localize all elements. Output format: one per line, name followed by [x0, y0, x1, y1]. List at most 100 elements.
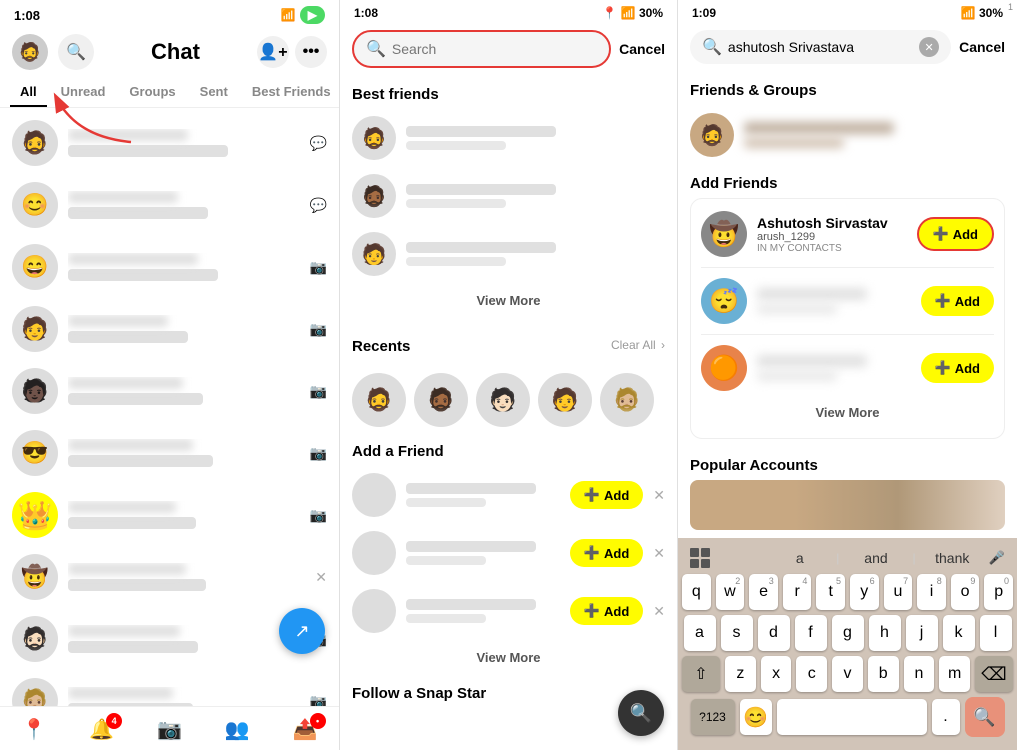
key-n[interactable]: n — [904, 656, 935, 692]
add-friend-button-3[interactable]: ➕ Add — [921, 353, 994, 383]
video-pill[interactable]: ▶ — [300, 6, 325, 24]
more-button[interactable]: ••• — [295, 36, 327, 68]
best-friend-item[interactable]: 🧔🏾 — [352, 167, 665, 225]
key-h[interactable]: h — [869, 615, 901, 651]
add-button[interactable]: ➕ Add — [570, 597, 643, 625]
search-fab[interactable]: 🔍 — [618, 690, 664, 736]
add-friend-item[interactable]: ➕ Add ✕ — [352, 582, 665, 640]
key-e[interactable]: 3e — [749, 574, 778, 610]
shift-key[interactable]: ⇧ — [682, 656, 720, 692]
add-friend-item[interactable]: ➕ Add ✕ — [352, 524, 665, 582]
results-search-input[interactable] — [728, 39, 913, 55]
key-i[interactable]: 8i — [917, 574, 946, 610]
chat-item[interactable]: 😎 📷 — [0, 422, 339, 484]
view-more-best-friends[interactable]: View More — [352, 283, 665, 318]
results-search-row: 🔍 ✕ Cancel — [678, 24, 1017, 72]
nav-notifications[interactable]: 🔔 4 — [89, 717, 114, 742]
key-v[interactable]: v — [832, 656, 863, 692]
chat-item[interactable]: 😊 💬 — [0, 174, 339, 236]
add-button[interactable]: ➕ Add — [570, 539, 643, 567]
key-k[interactable]: k — [943, 615, 975, 651]
chat-item[interactable]: 👑 📷 — [0, 484, 339, 546]
key-j[interactable]: j — [906, 615, 938, 651]
suggestion-a[interactable]: a — [763, 550, 836, 566]
search-input-box[interactable]: 🔍 — [352, 30, 611, 68]
nav-map[interactable]: 📍 — [21, 717, 46, 742]
chat-item[interactable]: 😄 📷 — [0, 236, 339, 298]
dismiss-icon[interactable]: ✕ — [653, 487, 665, 504]
close-icon[interactable]: ✕ — [315, 569, 327, 586]
view-more-results[interactable]: View More — [701, 395, 994, 430]
period-key[interactable]: . — [932, 699, 960, 735]
cancel-button-2[interactable]: Cancel — [619, 41, 665, 57]
key-o[interactable]: 9o — [951, 574, 980, 610]
friend-name-blurred — [757, 288, 867, 300]
tab-sent[interactable]: Sent — [190, 78, 238, 107]
cancel-button-3[interactable]: Cancel — [959, 39, 1005, 55]
suggestion-and[interactable]: and — [839, 550, 912, 566]
clear-search-button[interactable]: ✕ — [919, 37, 939, 57]
chat-item[interactable]: 🧔🏼 📷 — [0, 670, 339, 706]
key-b[interactable]: b — [868, 656, 899, 692]
add-friend-button-2[interactable]: ➕ Add — [921, 286, 994, 316]
nav-friends[interactable]: 👥 — [225, 717, 250, 742]
best-friend-item[interactable]: 🧑 — [352, 225, 665, 283]
key-c[interactable]: c — [796, 656, 827, 692]
emoji-key[interactable]: 😊 — [740, 699, 772, 735]
mic-button[interactable]: 🎤 — [989, 550, 1005, 566]
key-g[interactable]: g — [832, 615, 864, 651]
key-m[interactable]: m — [939, 656, 970, 692]
view-more-add-friends[interactable]: View More — [352, 640, 665, 675]
key-x[interactable]: x — [761, 656, 792, 692]
recent-avatar[interactable]: 🧑 — [538, 373, 592, 427]
recent-avatar[interactable]: 🧔🏼 — [600, 373, 654, 427]
add-button[interactable]: ➕ Add — [570, 481, 643, 509]
key-q[interactable]: 1q — [682, 574, 711, 610]
recent-avatar[interactable]: 🧑🏻 — [476, 373, 530, 427]
dismiss-icon[interactable]: ✕ — [653, 603, 665, 620]
key-s[interactable]: s — [721, 615, 753, 651]
key-d[interactable]: d — [758, 615, 790, 651]
key-l[interactable]: l — [980, 615, 1012, 651]
key-a[interactable]: a — [684, 615, 716, 651]
tab-best-friends[interactable]: Best Friends — [242, 78, 339, 107]
nav-stories[interactable]: 📤 • — [293, 717, 318, 742]
tab-unread[interactable]: Unread — [51, 78, 116, 107]
result-friend-item[interactable]: 🧔 — [690, 105, 1005, 165]
recent-avatar[interactable]: 🧔🏾 — [414, 373, 468, 427]
user-avatar[interactable]: 🧔 — [12, 34, 48, 70]
nav-camera[interactable]: 📷 — [157, 717, 182, 742]
compose-fab[interactable]: ↗ — [279, 608, 325, 654]
chat-item[interactable]: 🧔 💬 — [0, 112, 339, 174]
tab-groups[interactable]: Groups — [119, 78, 185, 107]
key-p[interactable]: 0p — [984, 574, 1013, 610]
delete-key[interactable]: ⌫ — [975, 656, 1013, 692]
space-key[interactable] — [777, 699, 927, 735]
chat-item[interactable]: 🤠 ✕ — [0, 546, 339, 608]
key-z[interactable]: z — [725, 656, 756, 692]
suggestion-thank[interactable]: thank — [916, 550, 989, 566]
results-search-box[interactable]: 🔍 ✕ — [690, 30, 951, 64]
key-r[interactable]: 4r — [783, 574, 812, 610]
add-friend-button[interactable]: 👤+ — [257, 36, 289, 68]
key-f[interactable]: f — [795, 615, 827, 651]
best-friend-item[interactable]: 🧔 — [352, 109, 665, 167]
search-input[interactable] — [392, 41, 597, 57]
key-y[interactable]: 6y — [850, 574, 879, 610]
add-friend-item[interactable]: ➕ Add ✕ — [352, 466, 665, 524]
chat-item[interactable]: 🧑 📷 — [0, 298, 339, 360]
num-key[interactable]: ?123 — [691, 699, 735, 735]
key-w[interactable]: 2w — [716, 574, 745, 610]
dismiss-icon[interactable]: ✕ — [653, 545, 665, 562]
friend-sub — [406, 556, 486, 565]
chat-item[interactable]: 🧑🏿 📷 — [0, 360, 339, 422]
keyboard-search-key[interactable]: 🔍 — [965, 697, 1005, 737]
search-button[interactable]: 🔍 — [58, 34, 94, 70]
add-friend-button-1[interactable]: ➕ Add — [917, 217, 994, 251]
tab-all[interactable]: All — [10, 78, 47, 107]
key-u[interactable]: 7u — [884, 574, 913, 610]
clear-all-button[interactable]: Clear All › — [609, 338, 665, 352]
chat-preview — [68, 331, 188, 343]
key-t[interactable]: 5t — [816, 574, 845, 610]
recent-avatar[interactable]: 🧔 — [352, 373, 406, 427]
